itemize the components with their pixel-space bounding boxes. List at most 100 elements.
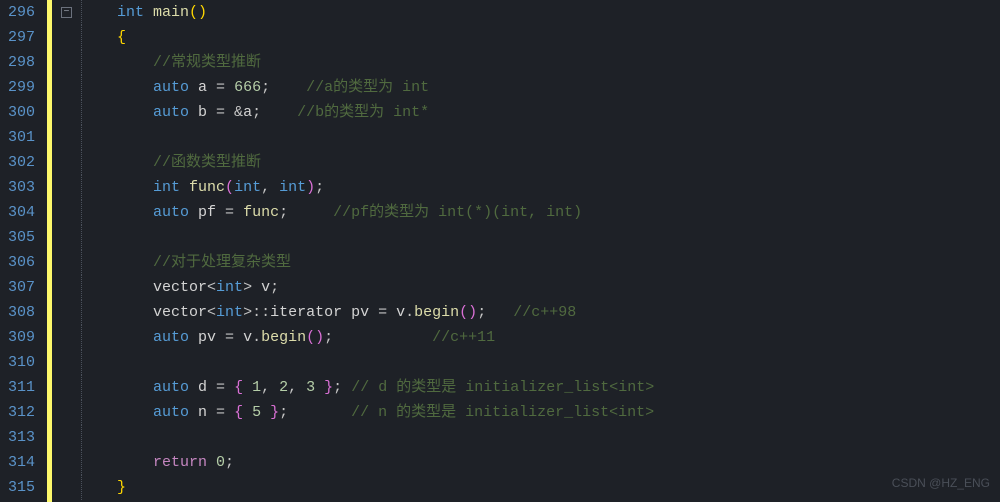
code-line[interactable] [81, 350, 1000, 375]
code-line[interactable]: int main() [81, 0, 1000, 25]
code-line[interactable]: } [81, 475, 1000, 500]
line-number: 307 [8, 275, 35, 300]
code-token: { [117, 25, 126, 50]
code-token: > [243, 275, 261, 300]
code-token: ; [270, 275, 279, 300]
code-token: ; [261, 75, 306, 100]
code-token: = [225, 325, 243, 350]
fold-minus-icon[interactable]: − [61, 7, 72, 18]
line-number: 309 [8, 325, 35, 350]
code-token: ; [279, 400, 351, 425]
code-token: ; [225, 450, 234, 475]
code-token: iterator [270, 300, 351, 325]
line-number: 306 [8, 250, 35, 275]
code-token: = [216, 75, 234, 100]
indent-guide [81, 300, 82, 325]
code-token: () [306, 325, 324, 350]
line-number: 302 [8, 150, 35, 175]
code-line[interactable] [81, 425, 1000, 450]
code-token: a [243, 100, 252, 125]
code-token: = & [216, 100, 243, 125]
code-token: begin [261, 325, 306, 350]
code-token: v [396, 300, 405, 325]
code-token: } [270, 400, 279, 425]
indent-guide [81, 225, 82, 250]
indent-guide [81, 250, 82, 275]
code-token: ) [306, 175, 315, 200]
line-number: 315 [8, 475, 35, 500]
code-token: //常规类型推断 [153, 50, 261, 75]
code-token: ; [324, 325, 432, 350]
indent-guide [81, 75, 82, 100]
code-line[interactable]: auto d = { 1, 2, 3 }; // d 的类型是 initiali… [81, 375, 1000, 400]
indent-guide [81, 275, 82, 300]
indent-guide [81, 400, 82, 425]
indent-guide [81, 475, 82, 500]
code-token: vector [153, 300, 207, 325]
fold-column: − [61, 0, 77, 502]
code-token: //c++98 [513, 300, 576, 325]
code-token: // n 的类型是 initializer_list<int> [351, 400, 654, 425]
code-line[interactable] [81, 125, 1000, 150]
line-number: 299 [8, 75, 35, 100]
code-line[interactable]: vector<int>::iterator pv = v.begin(); //… [81, 300, 1000, 325]
line-number: 313 [8, 425, 35, 450]
line-number: 308 [8, 300, 35, 325]
code-token: , [261, 375, 279, 400]
line-number: 314 [8, 450, 35, 475]
line-number: 301 [8, 125, 35, 150]
code-line[interactable]: auto b = &a; //b的类型为 int* [81, 100, 1000, 125]
code-line[interactable] [81, 225, 1000, 250]
code-token: 1 [252, 375, 261, 400]
code-token: 666 [234, 75, 261, 100]
indent-guide [81, 375, 82, 400]
code-token: ; [279, 200, 333, 225]
code-line[interactable]: //函数类型推断 [81, 150, 1000, 175]
code-line[interactable]: //常规类型推断 [81, 50, 1000, 75]
code-line[interactable]: //对于处理复杂类型 [81, 250, 1000, 275]
code-line[interactable]: { [81, 25, 1000, 50]
code-token: 0 [216, 450, 225, 475]
indent-guide [81, 150, 82, 175]
line-number: 303 [8, 175, 35, 200]
line-number: 312 [8, 400, 35, 425]
code-token: int [216, 300, 243, 325]
indent-guide [81, 100, 82, 125]
code-token: auto [153, 375, 198, 400]
code-token: { [234, 375, 252, 400]
code-editor[interactable]: 2962972982993003013023033043053063073083… [0, 0, 1000, 502]
code-token: func [243, 200, 279, 225]
code-token: int [216, 275, 243, 300]
code-token: = [378, 300, 396, 325]
code-line[interactable]: auto pv = v.begin(); //c++11 [81, 325, 1000, 350]
code-token: , [288, 375, 306, 400]
line-number-gutter: 2962972982993003013023033043053063073083… [0, 0, 47, 502]
indent-guide [81, 0, 82, 25]
code-area[interactable]: int main(){//常规类型推断auto a = 666; //a的类型为… [77, 0, 1000, 502]
code-token: ; [315, 175, 324, 200]
code-token: v [261, 275, 270, 300]
code-token: = [216, 375, 234, 400]
code-line[interactable]: auto a = 666; //a的类型为 int [81, 75, 1000, 100]
code-token: int [153, 175, 189, 200]
code-token: ; [477, 300, 513, 325]
code-token: auto [153, 400, 198, 425]
code-line[interactable]: auto n = { 5 }; // n 的类型是 initializer_li… [81, 400, 1000, 425]
code-line[interactable]: int func(int, int); [81, 175, 1000, 200]
code-token: d [198, 375, 216, 400]
code-token: auto [153, 100, 198, 125]
code-token: n [198, 400, 216, 425]
code-line[interactable]: auto pf = func; //pf的类型为 int(*)(int, int… [81, 200, 1000, 225]
watermark-text: CSDN @HZ_ENG [892, 471, 990, 496]
code-token: begin [414, 300, 459, 325]
code-line[interactable]: vector<int> v; [81, 275, 1000, 300]
indent-guide [81, 450, 82, 475]
line-number: 297 [8, 25, 35, 50]
line-number: 298 [8, 50, 35, 75]
code-token: v [243, 325, 252, 350]
code-token: < [207, 300, 216, 325]
code-token: 2 [279, 375, 288, 400]
code-line[interactable]: return 0; [81, 450, 1000, 475]
code-token: = [216, 400, 234, 425]
line-number: 300 [8, 100, 35, 125]
